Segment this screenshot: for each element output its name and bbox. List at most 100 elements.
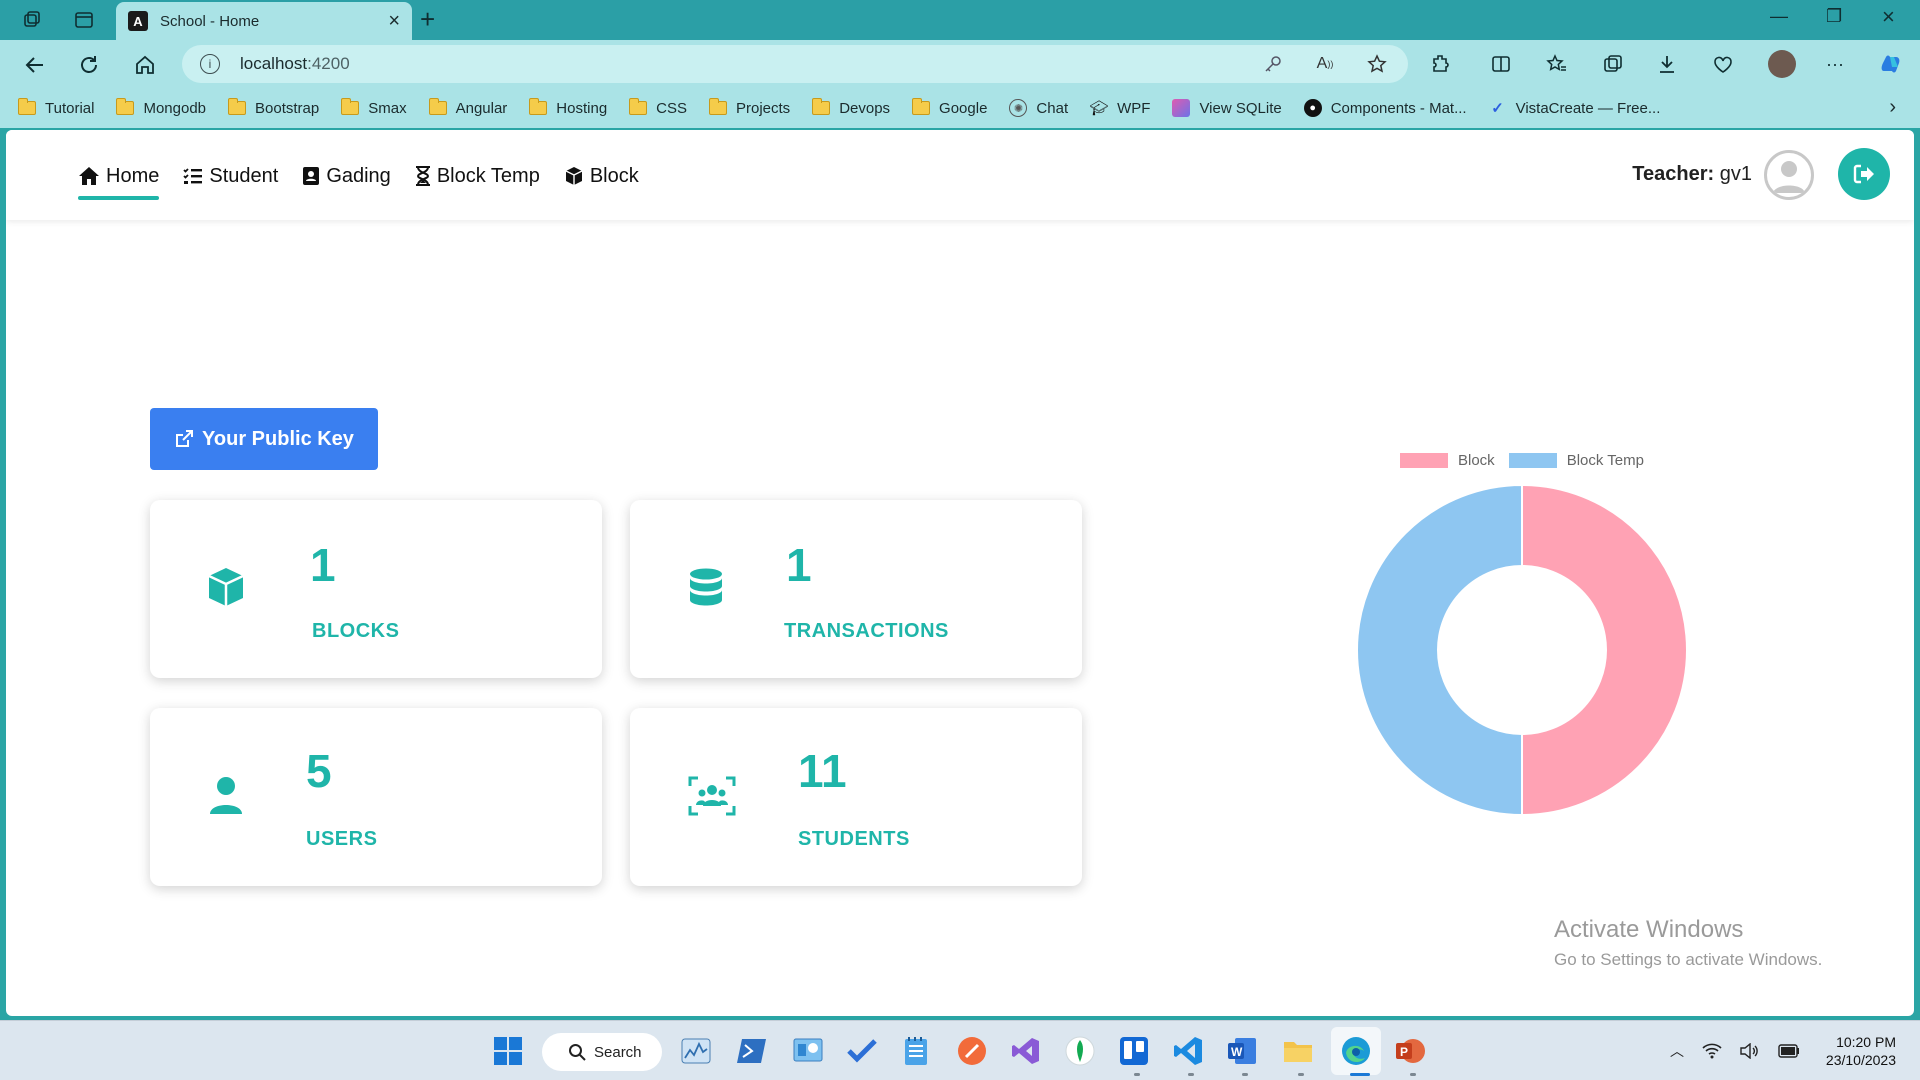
favorite-star-icon[interactable] <box>1366 53 1388 75</box>
postman-icon[interactable] <box>954 1033 990 1069</box>
bookmarks-bar: Tutorial Mongodb Bootstrap Smax Angular … <box>0 88 1920 128</box>
close-tab-icon[interactable]: × <box>388 10 400 33</box>
split-screen-icon[interactable] <box>1490 51 1512 77</box>
bookmark-google[interactable]: Google <box>912 98 987 117</box>
vscode-icon[interactable] <box>1170 1033 1206 1069</box>
users-count: 5 <box>306 745 332 797</box>
activate-windows-watermark: Activate Windows Go to Settings to activ… <box>1554 916 1822 970</box>
blocks-label: BLOCKS <box>312 620 400 642</box>
bookmark-view-sqlite[interactable]: View SQLite <box>1172 99 1282 117</box>
word-icon[interactable]: W <box>1224 1033 1260 1069</box>
visual-studio-icon[interactable] <box>1008 1033 1044 1069</box>
bookmark-css[interactable]: CSS <box>629 98 687 117</box>
bookmark-hosting[interactable]: Hosting <box>529 98 607 117</box>
bookmark-smax[interactable]: Smax <box>341 98 407 117</box>
tab-title: School - Home <box>160 12 260 30</box>
url-field[interactable]: i localhost:4200 A)) <box>182 45 1408 83</box>
donut-slice-block[interactable] <box>1521 483 1688 817</box>
windows-start-icon[interactable] <box>490 1033 526 1069</box>
browser-tab-active[interactable]: A School - Home × <box>116 2 412 40</box>
workspaces-icon[interactable] <box>16 6 48 34</box>
favorites-icon[interactable] <box>1546 51 1568 77</box>
powershell-icon[interactable] <box>734 1033 770 1069</box>
system-tray: ︿ <box>1670 1041 1800 1061</box>
extensions-icon[interactable] <box>1430 51 1452 77</box>
profile-avatar[interactable] <box>1768 50 1796 78</box>
battery-icon[interactable] <box>1778 1044 1800 1058</box>
nav-student[interactable]: Student <box>183 162 278 190</box>
bookmark-devops[interactable]: Devops <box>812 98 890 117</box>
file-explorer-icon[interactable] <box>1280 1033 1316 1069</box>
key-icon[interactable] <box>1262 53 1284 75</box>
bookmark-bootstrap[interactable]: Bootstrap <box>228 98 319 117</box>
taskbar-search[interactable]: Search <box>542 1033 662 1071</box>
bookmark-mongodb[interactable]: Mongodb <box>116 98 206 117</box>
todo-check-icon[interactable] <box>844 1033 880 1069</box>
legend-swatch-block-temp[interactable] <box>1508 453 1557 468</box>
clock-time: 10:20 PM <box>1836 1034 1896 1050</box>
nav-block-temp[interactable]: Block Temp <box>415 162 540 190</box>
url-port: :4200 <box>307 54 350 73</box>
wifi-icon[interactable] <box>1702 1043 1722 1059</box>
nav-student-label: Student <box>209 164 279 187</box>
public-key-button[interactable]: Your Public Key <box>150 408 378 470</box>
stat-card-students: 11 STUDENTS <box>630 708 1082 886</box>
chatgpt-icon: ✺ <box>1009 99 1028 117</box>
cube-icon <box>565 167 583 185</box>
mongodb-compass-icon[interactable] <box>1062 1033 1098 1069</box>
nav-home[interactable]: Home <box>78 162 160 200</box>
cube-icon <box>208 568 244 606</box>
browser-essentials-icon[interactable] <box>1712 51 1734 77</box>
minimize-icon[interactable]: — <box>1770 6 1788 27</box>
back-icon[interactable] <box>20 50 50 80</box>
legend-label-block-temp[interactable]: Block Temp <box>1567 452 1644 469</box>
browser-tab-bar: A School - Home × + — ❐ × <box>0 0 1920 40</box>
bookmark-vistacreate[interactable]: ✓ VistaCreate — Free... <box>1489 99 1660 118</box>
avatar[interactable] <box>1764 150 1814 200</box>
restore-icon[interactable]: ❐ <box>1826 6 1842 27</box>
user-icon <box>210 777 242 814</box>
refresh-icon[interactable] <box>74 50 104 80</box>
read-aloud-icon[interactable]: A)) <box>1314 53 1336 75</box>
bookmark-wpf[interactable]: 🎓︎ WPF <box>1090 99 1151 118</box>
legend-label-block[interactable]: Block <box>1458 452 1495 469</box>
database-icon <box>690 568 722 606</box>
edge-browser-icon[interactable] <box>1338 1033 1374 1069</box>
sqlite-icon <box>1172 99 1191 117</box>
new-tab-icon[interactable]: + <box>420 4 435 35</box>
more-menu-icon[interactable]: ··· <box>1826 51 1844 77</box>
folder-icon <box>116 98 135 115</box>
downloads-icon[interactable] <box>1656 51 1678 77</box>
task-manager-icon[interactable] <box>678 1033 714 1069</box>
nav-gading[interactable]: Gading <box>302 162 391 190</box>
bookmark-angular[interactable]: Angular <box>428 98 507 117</box>
powerpoint-icon[interactable]: P <box>1392 1033 1428 1069</box>
folder-icon <box>18 98 36 115</box>
users-label: USERS <box>306 828 378 850</box>
bookmark-projects[interactable]: Projects <box>709 98 790 117</box>
chevron-up-icon[interactable]: ︿ <box>1670 1041 1684 1061</box>
students-count: 11 <box>798 745 847 797</box>
control-panel-icon[interactable] <box>790 1033 826 1069</box>
vertical-tabs-icon[interactable] <box>68 6 100 34</box>
bookmark-components-mat[interactable]: ● Components - Mat... <box>1303 99 1467 117</box>
notepad-icon[interactable] <box>898 1033 934 1069</box>
donut-slice-block-temp[interactable] <box>1356 483 1523 817</box>
clock[interactable]: 10:20 PM 23/10/2023 <box>1826 1033 1896 1069</box>
home-icon[interactable] <box>130 50 160 80</box>
more-bookmarks-chevron-icon[interactable]: › <box>1889 96 1896 119</box>
address-bar-row: i localhost:4200 A)) ··· <box>0 40 1920 88</box>
copilot-icon[interactable] <box>1878 51 1904 77</box>
close-window-icon[interactable]: × <box>1882 4 1895 30</box>
collections-icon[interactable] <box>1602 51 1624 77</box>
site-info-icon[interactable]: i <box>200 54 220 74</box>
stat-card-transactions: 1 TRANSACTIONS <box>630 500 1082 678</box>
nav-block[interactable]: Block <box>564 162 639 190</box>
volume-icon[interactable] <box>1740 1043 1760 1059</box>
legend-swatch-block[interactable] <box>1400 453 1448 468</box>
bookmark-tutorial[interactable]: Tutorial <box>18 98 94 117</box>
trello-icon[interactable] <box>1116 1033 1152 1069</box>
windows-taskbar: Search W P ︿ 10:20 PM 23/10/2023 <box>0 1020 1920 1080</box>
logout-button[interactable] <box>1838 148 1890 200</box>
bookmark-chat[interactable]: ✺ Chat <box>1009 99 1068 117</box>
